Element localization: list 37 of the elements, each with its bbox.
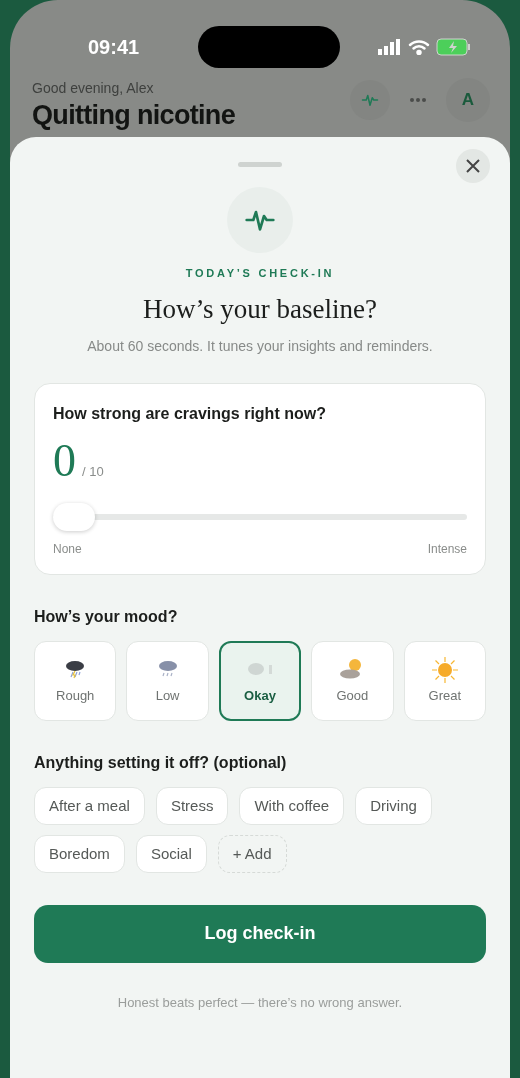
close-icon [466,158,480,173]
mood-question: How’s your mood? [34,606,179,627]
sheet-title: How’s your baseline? [143,293,377,327]
trigger-chip[interactable]: Driving [355,786,432,825]
mood-option[interactable]: Great [403,640,486,721]
wifi-icon [408,39,430,55]
screen-title: Quitting nicotine [32,99,235,132]
add-trigger-button[interactable]: + Add [217,834,287,873]
cravings-max: / 10 [82,462,104,481]
activity-button[interactable] [350,80,390,120]
cravings-question: How strong are cravings right now? [53,403,327,424]
footnote: Honest beats perfect — there’s no wrong answer. [117,993,403,1012]
log-check-in-button[interactable]: Log check-in [34,904,486,963]
min-label: None [53,540,82,558]
eyebrow-label: TODAY’S CHECK-IN [185,265,335,281]
trigger-chip[interactable]: With coffee [239,786,345,825]
cravings-slider[interactable] [53,501,467,532]
status-time: 09:41 [88,35,140,60]
trigger-chip[interactable]: After a meal [34,786,145,825]
mood-option[interactable]: Rough [34,640,117,721]
trigger-chip[interactable]: Social [135,834,207,873]
close-button[interactable] [456,148,490,183]
drag-handle[interactable] [238,161,282,167]
trigger-chip[interactable]: Boredom [34,834,125,873]
sun-icon [430,655,459,684]
max-label: Intense [427,540,467,558]
battery-icon [436,38,472,56]
greeting: Good evening, Alex [32,79,155,98]
triggers-question: Anything setting it off? (optional) [34,752,288,773]
slider-thumb[interactable] [53,502,95,531]
cravings-value: 0 [53,437,76,484]
trigger-chip[interactable]: Stress [155,786,229,825]
signal-icon [378,39,402,55]
mood-option[interactable]: Okay [218,640,302,721]
mood-option[interactable]: Good [311,640,394,721]
mood-option[interactable]: Low [126,640,209,721]
sheet-subtitle: About 60 seconds. It tunes your insights and reminders. [87,336,433,356]
